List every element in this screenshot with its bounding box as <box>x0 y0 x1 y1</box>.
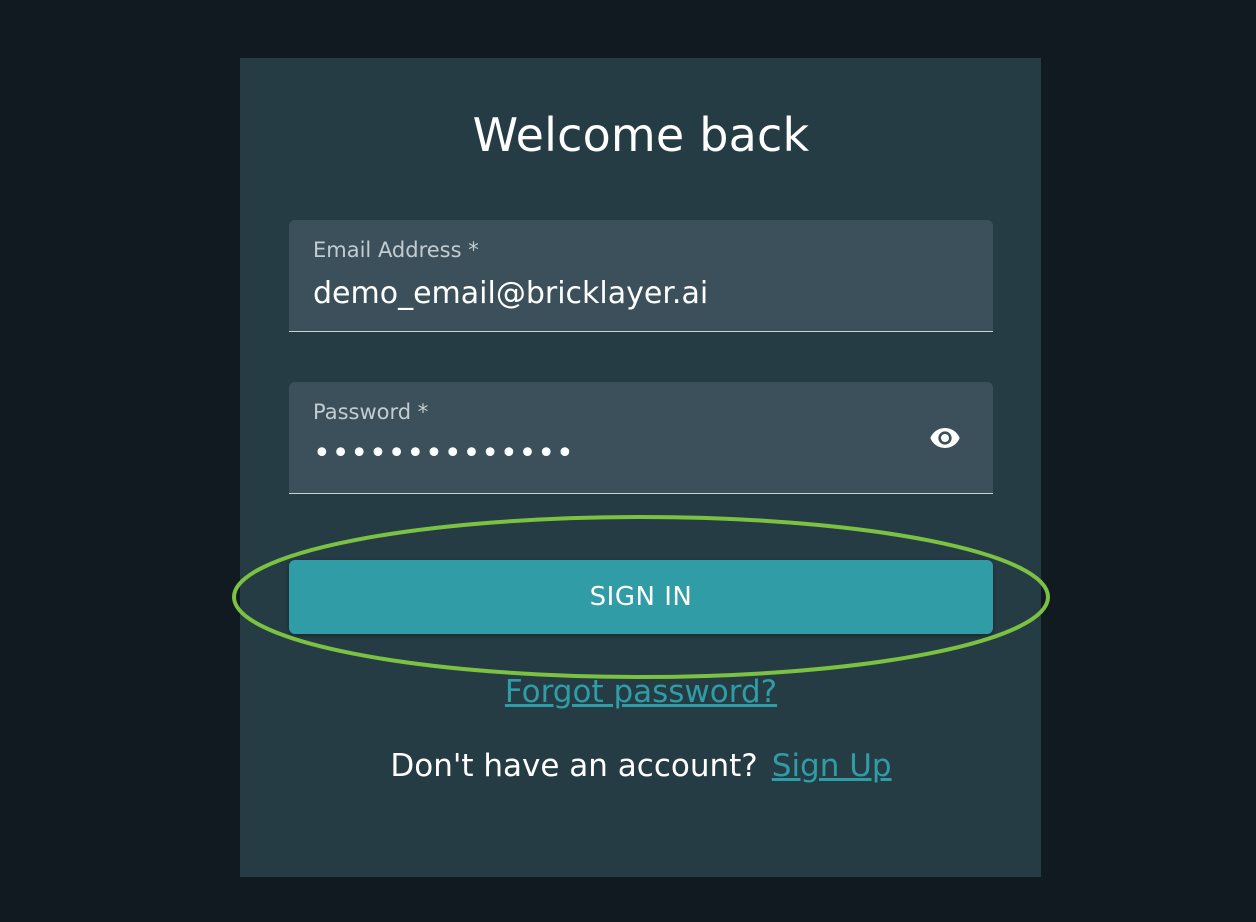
signup-prompt: Don't have an account? Sign Up <box>0 748 1256 784</box>
password-field[interactable]: Password * •••••••••••••• <box>289 382 993 494</box>
email-field[interactable]: Email Address * demo_email@bricklayer.ai <box>289 220 993 332</box>
sign-up-link[interactable]: Sign Up <box>772 748 892 784</box>
password-input[interactable]: •••••••••••••• <box>313 436 575 471</box>
email-input[interactable]: demo_email@bricklayer.ai <box>313 276 708 311</box>
sign-in-button[interactable]: SIGN IN <box>289 560 993 634</box>
signup-prompt-text: Don't have an account? <box>390 748 758 784</box>
password-field-label: Password * <box>313 400 429 424</box>
forgot-password-link[interactable]: Forgot password? <box>0 674 1256 710</box>
email-field-label: Email Address * <box>313 238 479 262</box>
page-title: Welcome back <box>472 108 810 162</box>
eye-icon[interactable] <box>925 422 965 454</box>
